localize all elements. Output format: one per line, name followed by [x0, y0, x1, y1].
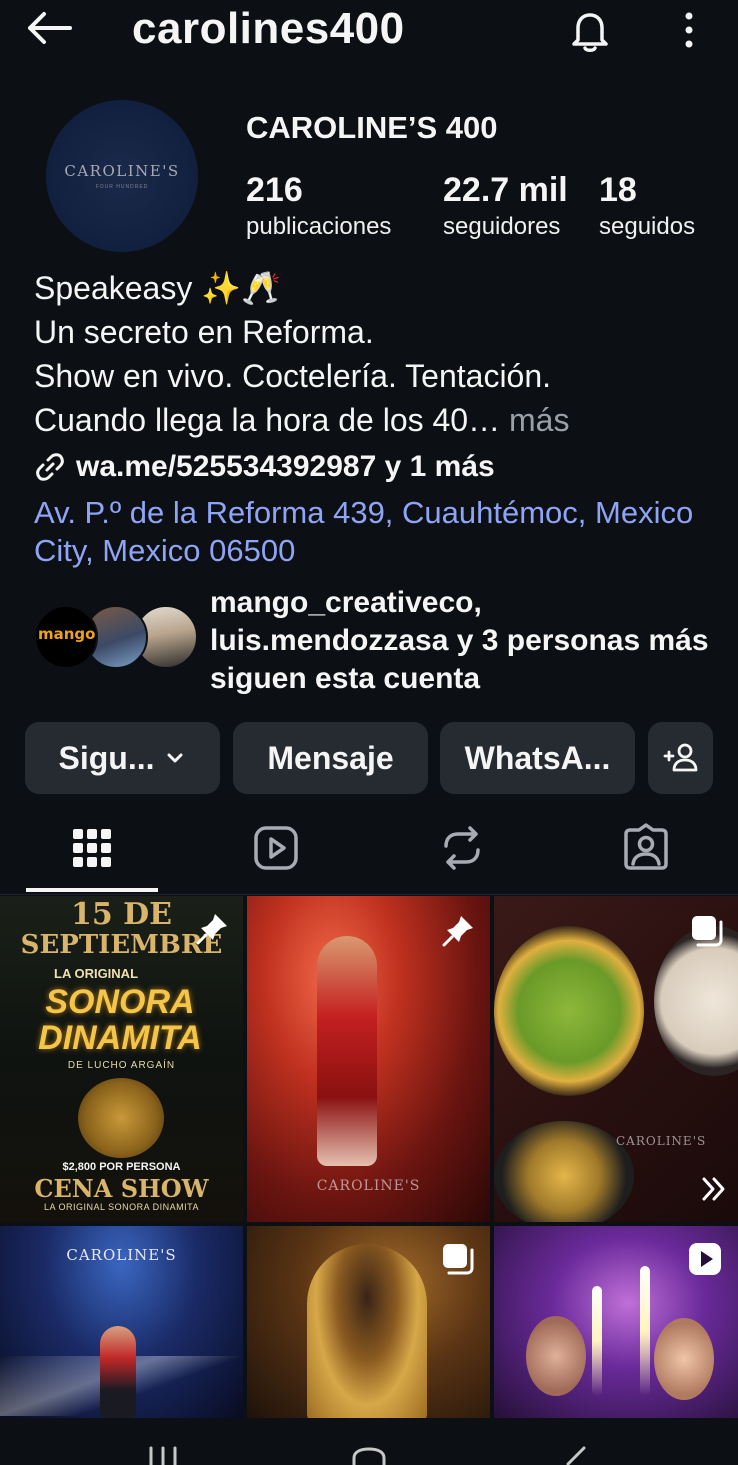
- singer-figure: [317, 936, 377, 1166]
- following-button-label: Sigu...: [58, 739, 155, 776]
- mutual-avatar-label: mango: [38, 625, 96, 643]
- back-arrow-icon[interactable]: [22, 8, 78, 48]
- post-watermark: CAROLINE'S: [66, 1246, 177, 1264]
- pin-icon: [442, 916, 473, 947]
- stat-followers-value: 22.7 mil: [443, 171, 568, 209]
- post-watermark: CAROLINE'S: [616, 1134, 707, 1148]
- post-thumbnail[interactable]: CAROLINE'S: [0, 1226, 243, 1418]
- sparkler: [592, 1286, 602, 1396]
- post-byline: DE LUCHO ARGAÍN: [67, 1060, 176, 1071]
- stat-posts-value: 216: [246, 171, 303, 209]
- bio-line: Speakeasy ✨🥂: [34, 270, 281, 306]
- top-bar: carolines400: [0, 0, 738, 62]
- carousel-icon: [443, 1244, 474, 1275]
- stat-posts-label: publicaciones: [246, 213, 392, 240]
- carousel-icon: [692, 916, 723, 947]
- more-options-icon[interactable]: [672, 8, 706, 52]
- message-button[interactable]: Mensaje: [233, 722, 428, 794]
- tagged-icon[interactable]: [620, 822, 672, 874]
- performer-figure: [100, 1326, 136, 1418]
- guacamole-bowl: [494, 926, 644, 1096]
- profile-handle: carolines400: [132, 4, 405, 53]
- stat-followers[interactable]: 22.7 mil seguidores: [443, 170, 568, 244]
- stat-following-label: seguidos: [599, 213, 696, 240]
- guest-face: [526, 1316, 586, 1396]
- stat-following-value: 18: [599, 171, 637, 209]
- grid-icon[interactable]: [66, 822, 118, 874]
- following-button[interactable]: Sigu...: [25, 722, 220, 794]
- link-icon: [36, 453, 64, 481]
- corn-plate: [494, 1121, 634, 1222]
- profile-display-name: CAROLINE’S 400: [246, 110, 498, 145]
- sparkler: [640, 1266, 650, 1396]
- guest-face: [654, 1318, 714, 1400]
- reel-icon: [689, 1243, 721, 1275]
- bio-line: Un secreto en Reforma.: [34, 314, 374, 350]
- post-price: $2,800 POR PERSONA: [62, 1161, 181, 1173]
- avatar-logo-text: CAROLINE'S: [64, 162, 180, 180]
- singer-figure: [307, 1244, 427, 1418]
- whatsapp-button[interactable]: WhatsA...: [440, 722, 635, 794]
- mutual-followers-text[interactable]: mango_creativeco, luis.mendozzasa y 3 pe…: [210, 584, 720, 698]
- add-person-icon: [663, 743, 697, 772]
- post-subtitle: LA ORIGINAL: [54, 966, 139, 981]
- post-thumbnail[interactable]: CAROLINE'S: [247, 896, 490, 1222]
- home-icon[interactable]: [350, 1446, 388, 1465]
- eagle-emblem: [78, 1078, 164, 1158]
- post-watermark: CAROLINE'S: [316, 1178, 421, 1194]
- bio-line: Show en vivo. Coctelería. Tentación.: [34, 358, 552, 394]
- post-thumbnail[interactable]: [247, 1226, 490, 1418]
- bio-line-last: Cuando llega la hora de los 40… más: [34, 398, 714, 442]
- chevron-down-icon: [167, 753, 182, 763]
- stat-posts[interactable]: 216 publicaciones: [246, 170, 391, 244]
- bio-line: Cuando llega la hora de los 40…: [34, 402, 501, 438]
- bio-more-link[interactable]: más: [509, 402, 569, 438]
- chevrons-right-icon: [702, 1177, 725, 1201]
- post-footer: CENA SHOW: [34, 1174, 209, 1203]
- post-thumbnail[interactable]: [494, 1226, 738, 1418]
- system-navigation-bar: [0, 1418, 738, 1465]
- profile-tabs: [0, 810, 738, 895]
- profile-bio: Speakeasy ✨🥂 Un secreto en Reforma. Show…: [34, 266, 714, 442]
- mutual-followers-avatars[interactable]: mango: [34, 605, 198, 669]
- reels-icon[interactable]: [250, 822, 302, 874]
- profile-link[interactable]: wa.me/525534392987 y 1 más: [34, 450, 495, 484]
- post-headline: SONORA DINAMITA: [38, 983, 202, 1057]
- bell-icon[interactable]: [566, 6, 614, 54]
- active-tab-indicator: [26, 888, 158, 892]
- profile-link-text: wa.me/525534392987 y 1 más: [76, 450, 495, 483]
- avatar-logo-subtext: FOUR HUNDRED: [95, 184, 149, 190]
- profile-address[interactable]: Av. P.º de la Reforma 439, Cuauhtémoc, M…: [34, 494, 714, 570]
- avatar: mango: [34, 605, 98, 669]
- post-thumbnail[interactable]: 15 DE SEPTIEMBRE LA ORIGINAL SONORA DINA…: [0, 896, 243, 1222]
- post-footer-sub: LA ORIGINAL SONORA DINAMITA: [43, 1202, 200, 1212]
- post-thumbnail[interactable]: CAROLINE'S: [494, 896, 738, 1222]
- back-nav-icon[interactable]: [560, 1446, 590, 1465]
- reposts-icon[interactable]: [436, 822, 488, 874]
- profile-avatar[interactable]: CAROLINE'S FOUR HUNDRED: [46, 100, 198, 252]
- stat-following[interactable]: 18 seguidos: [599, 170, 695, 244]
- recent-apps-icon[interactable]: [146, 1446, 180, 1465]
- pin-icon: [196, 914, 227, 945]
- stat-followers-label: seguidores: [443, 213, 561, 240]
- suggest-people-button[interactable]: [648, 722, 713, 794]
